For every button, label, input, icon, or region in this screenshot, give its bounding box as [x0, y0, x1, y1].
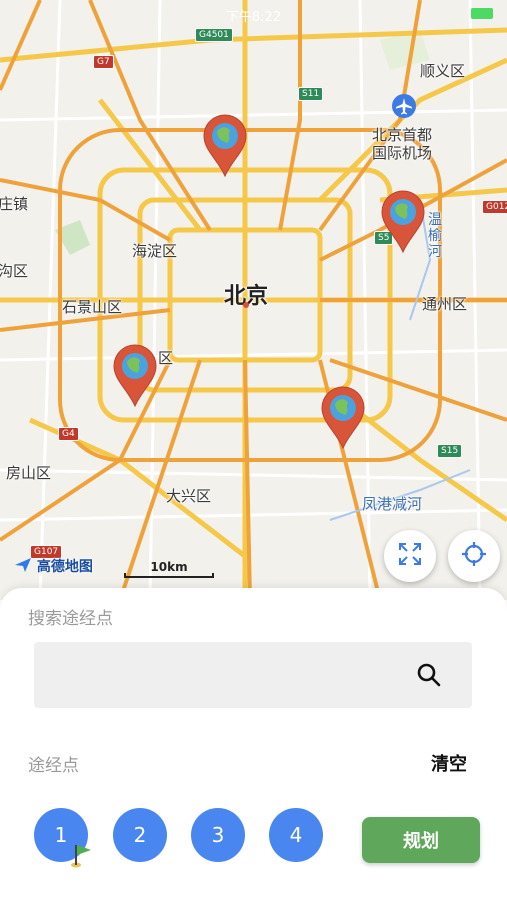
location-pin-icon[interactable]: [378, 188, 428, 254]
status-right: [467, 6, 493, 21]
map-label-river-wenyu: 温榆河: [428, 212, 442, 260]
waypoint-2-button[interactable]: 2: [113, 808, 167, 862]
search-input[interactable]: [34, 642, 472, 708]
map-label-airport-2: 国际机场: [372, 144, 433, 162]
waypoint-3-button[interactable]: 3: [191, 808, 245, 862]
city-center-dot: [243, 302, 249, 308]
clear-button[interactable]: 清空: [431, 750, 467, 776]
location-pin-icon[interactable]: [110, 342, 160, 408]
plan-button[interactable]: 规划: [362, 817, 480, 863]
road-shield: G012: [482, 200, 507, 214]
locate-icon: [460, 540, 488, 572]
status-bar: 下午8:22: [0, 0, 507, 28]
map-label-tongzhou: 通州区: [422, 295, 468, 313]
road-shield: G4501: [195, 28, 233, 42]
airport-icon: [392, 94, 416, 122]
road-shield: G4: [58, 427, 79, 441]
road-shield: S15: [437, 444, 463, 458]
fullscreen-icon: [397, 541, 423, 571]
map-label-shijingshan: 石景山区: [62, 298, 123, 316]
waypoint-4-button[interactable]: 4: [269, 808, 323, 862]
map-view[interactable]: 下午8:22 G4501 G7 S11 S5 G012 G4 S15 G107 …: [0, 0, 507, 600]
map-label-daxing: 大兴区: [166, 487, 212, 505]
map-label-mentougou: 沟区: [0, 262, 29, 280]
map-label-town: 庄镇: [0, 195, 29, 213]
map-label-haidian: 海淀区: [132, 242, 178, 260]
battery-icon: [471, 8, 493, 19]
map-label-fengtai: 区: [158, 349, 174, 367]
flag-icon: [70, 842, 94, 872]
waypoints-label: 途经点: [28, 756, 79, 776]
waypoint-panel: 搜索途经点 途经点 清空 1 2 3 4 规划: [0, 588, 507, 900]
map-label-shunyi: 顺义区: [420, 62, 466, 80]
locate-button[interactable]: [448, 530, 500, 582]
map-attribution: 高德地图: [14, 556, 93, 576]
road-shield: G7: [93, 55, 114, 69]
location-pin-icon[interactable]: [318, 384, 368, 450]
fullscreen-button[interactable]: [384, 530, 436, 582]
location-pin-icon[interactable]: [200, 112, 250, 178]
search-section-label: 搜索途经点: [28, 609, 113, 629]
map-label-river-fenggang: 凤港减河: [362, 495, 423, 513]
amap-logo-icon: [14, 558, 37, 575]
road-shield: S11: [298, 87, 324, 101]
map-label-fangshan: 房山区: [6, 464, 52, 482]
status-time: 下午8:22: [225, 10, 282, 25]
search-icon[interactable]: [416, 662, 442, 692]
map-scale: 10km: [124, 560, 214, 578]
